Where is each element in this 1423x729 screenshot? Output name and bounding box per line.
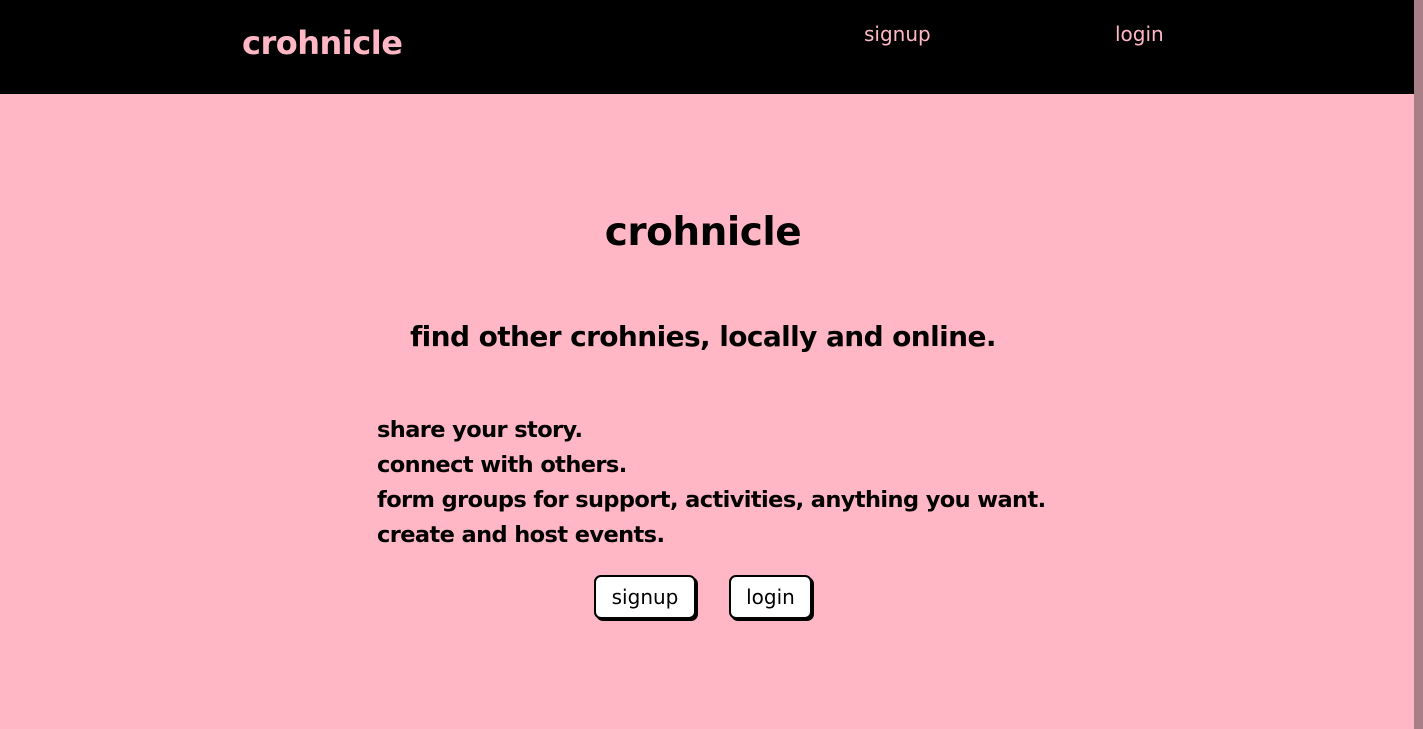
hero-title: crohnicle	[604, 210, 802, 255]
hero-subtitle: find other crohnies, locally and online.	[410, 320, 996, 353]
hero-section: crohnicle find other crohnies, locally a…	[0, 94, 1414, 729]
feature-item-form-groups: form groups for support, activities, any…	[377, 487, 1046, 513]
top-navbar: crohnicle signup login	[0, 0, 1414, 94]
feature-item-connect: connect with others.	[377, 452, 627, 478]
signup-button[interactable]: signup	[594, 575, 696, 619]
login-button[interactable]: login	[729, 575, 812, 619]
feature-item-share-story: share your story.	[377, 417, 583, 443]
brand-logo-link[interactable]: crohnicle	[242, 24, 403, 62]
feature-list: share your story. connect with others. f…	[377, 413, 1046, 553]
nav-login-link[interactable]: login	[1115, 22, 1164, 46]
vertical-scrollbar-thumb[interactable]	[1414, 0, 1423, 729]
feature-item-host-events: create and host events.	[377, 522, 665, 548]
nav-signup-link[interactable]: signup	[864, 22, 931, 46]
